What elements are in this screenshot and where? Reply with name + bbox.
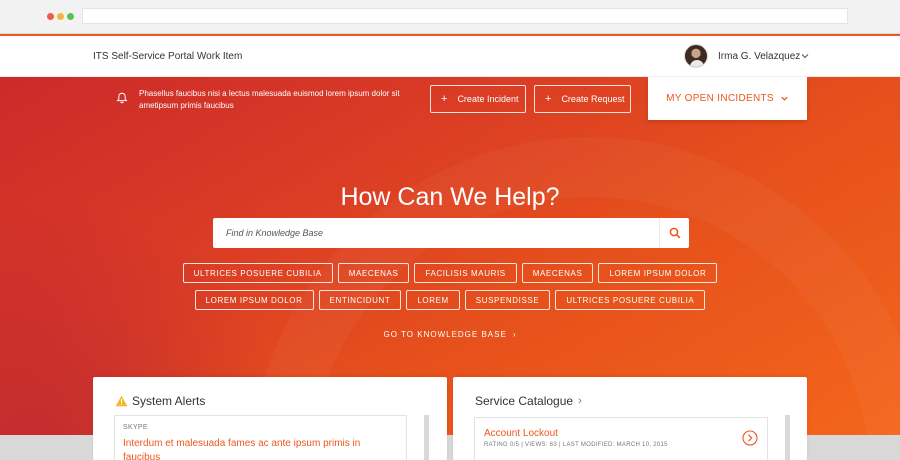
tag-chip[interactable]: ULTRICES POSUERE CUBILIA [182,263,333,283]
chevron-right-icon: › [512,330,517,339]
alert-source: SKYPE [123,424,148,431]
tag-chip[interactable]: SUSPENDISSE [464,290,551,310]
my-open-incidents-dropdown[interactable]: MY OPEN INCIDENTS [648,77,807,120]
window-close-dot[interactable] [47,13,54,20]
tag-chip[interactable]: LOREM [406,290,460,310]
knowledge-search [213,218,689,248]
tag-chip[interactable]: FACILISIS MAURIS [414,263,517,283]
create-request-label: Create Request [561,94,625,104]
plus-icon: + [441,93,448,105]
popular-tags: ULTRICES POSUERE CUBILIA MAECENAS FACILI… [0,263,900,317]
window-maximize-dot[interactable] [67,13,74,20]
catalogue-item[interactable]: Account Lockout RATING 0/5 | VIEWS: 63 |… [474,417,768,460]
open-incidents-label: MY OPEN INCIDENTS [666,93,774,104]
portal-title: ITS Self-Service Portal Work Item [93,51,243,62]
tag-chip[interactable]: LOREM IPSUM DOLOR [598,263,718,283]
card-header[interactable]: Service Catalogue › [475,394,582,408]
scrollbar[interactable] [424,415,429,460]
service-catalogue-card: Service Catalogue › Account Lockout RATI… [453,377,807,460]
window-minimize-dot[interactable] [57,13,64,20]
service-catalogue-title[interactable]: Service Catalogue [475,394,573,408]
alert-text[interactable]: Interdum et malesuada fames ac ante ipsu… [123,437,393,460]
tag-chip[interactable]: ULTRICES POSUERE CUBILIA [555,290,706,310]
chevron-right-icon: › [578,395,582,407]
create-incident-button[interactable]: + Create Incident [430,85,526,113]
catalogue-item-title[interactable]: Account Lockout [484,428,558,439]
user-name[interactable]: Irma G. Velazquez [718,51,800,62]
portal-header: ITS Self-Service Portal Work Item Irma G… [0,36,900,77]
scrollbar[interactable] [785,415,790,460]
tag-row-2: LOREM IPSUM DOLOR ENTINCIDUNT LOREM SUSP… [0,290,900,310]
chevron-down-icon [781,96,788,101]
announcement-text: Phasellus faucibus nisi a lectus malesua… [139,89,400,110]
alert-item[interactable]: SKYPE Interdum et malesuada fames ac ant… [114,415,407,460]
create-incident-label: Create Incident [457,94,519,104]
warning-icon [115,395,128,407]
tag-chip[interactable]: MAECENAS [521,263,594,283]
system-alerts-title: System Alerts [132,394,206,408]
bell-icon [116,92,128,104]
tag-row-1: ULTRICES POSUERE CUBILIA MAECENAS FACILI… [0,263,900,283]
arrow-circle-right-icon[interactable] [742,430,758,446]
kb-link-label: GO TO KNOWLEDGE BASE [383,330,507,339]
search-input[interactable] [213,218,658,248]
create-request-button[interactable]: + Create Request [534,85,631,113]
card-header: System Alerts [115,394,205,408]
address-bar[interactable] [82,8,848,24]
plus-icon: + [545,93,552,105]
system-alerts-card: System Alerts SKYPE Interdum et malesuad… [93,377,447,460]
go-to-knowledge-base-link[interactable]: GO TO KNOWLEDGE BASE › [0,330,900,339]
tag-chip[interactable]: LOREM IPSUM DOLOR [194,290,314,310]
search-button[interactable] [659,218,689,248]
catalogue-item-meta: RATING 0/5 | VIEWS: 63 | LAST MODIFIED: … [484,442,668,448]
chevron-down-icon[interactable] [800,51,810,61]
tag-chip[interactable]: MAECENAS [337,263,410,283]
page-title: How Can We Help? [340,183,560,211]
avatar[interactable] [684,44,708,68]
search-icon [669,227,680,239]
browser-chrome [0,0,900,34]
tag-chip[interactable]: ENTINCIDUNT [318,290,402,310]
